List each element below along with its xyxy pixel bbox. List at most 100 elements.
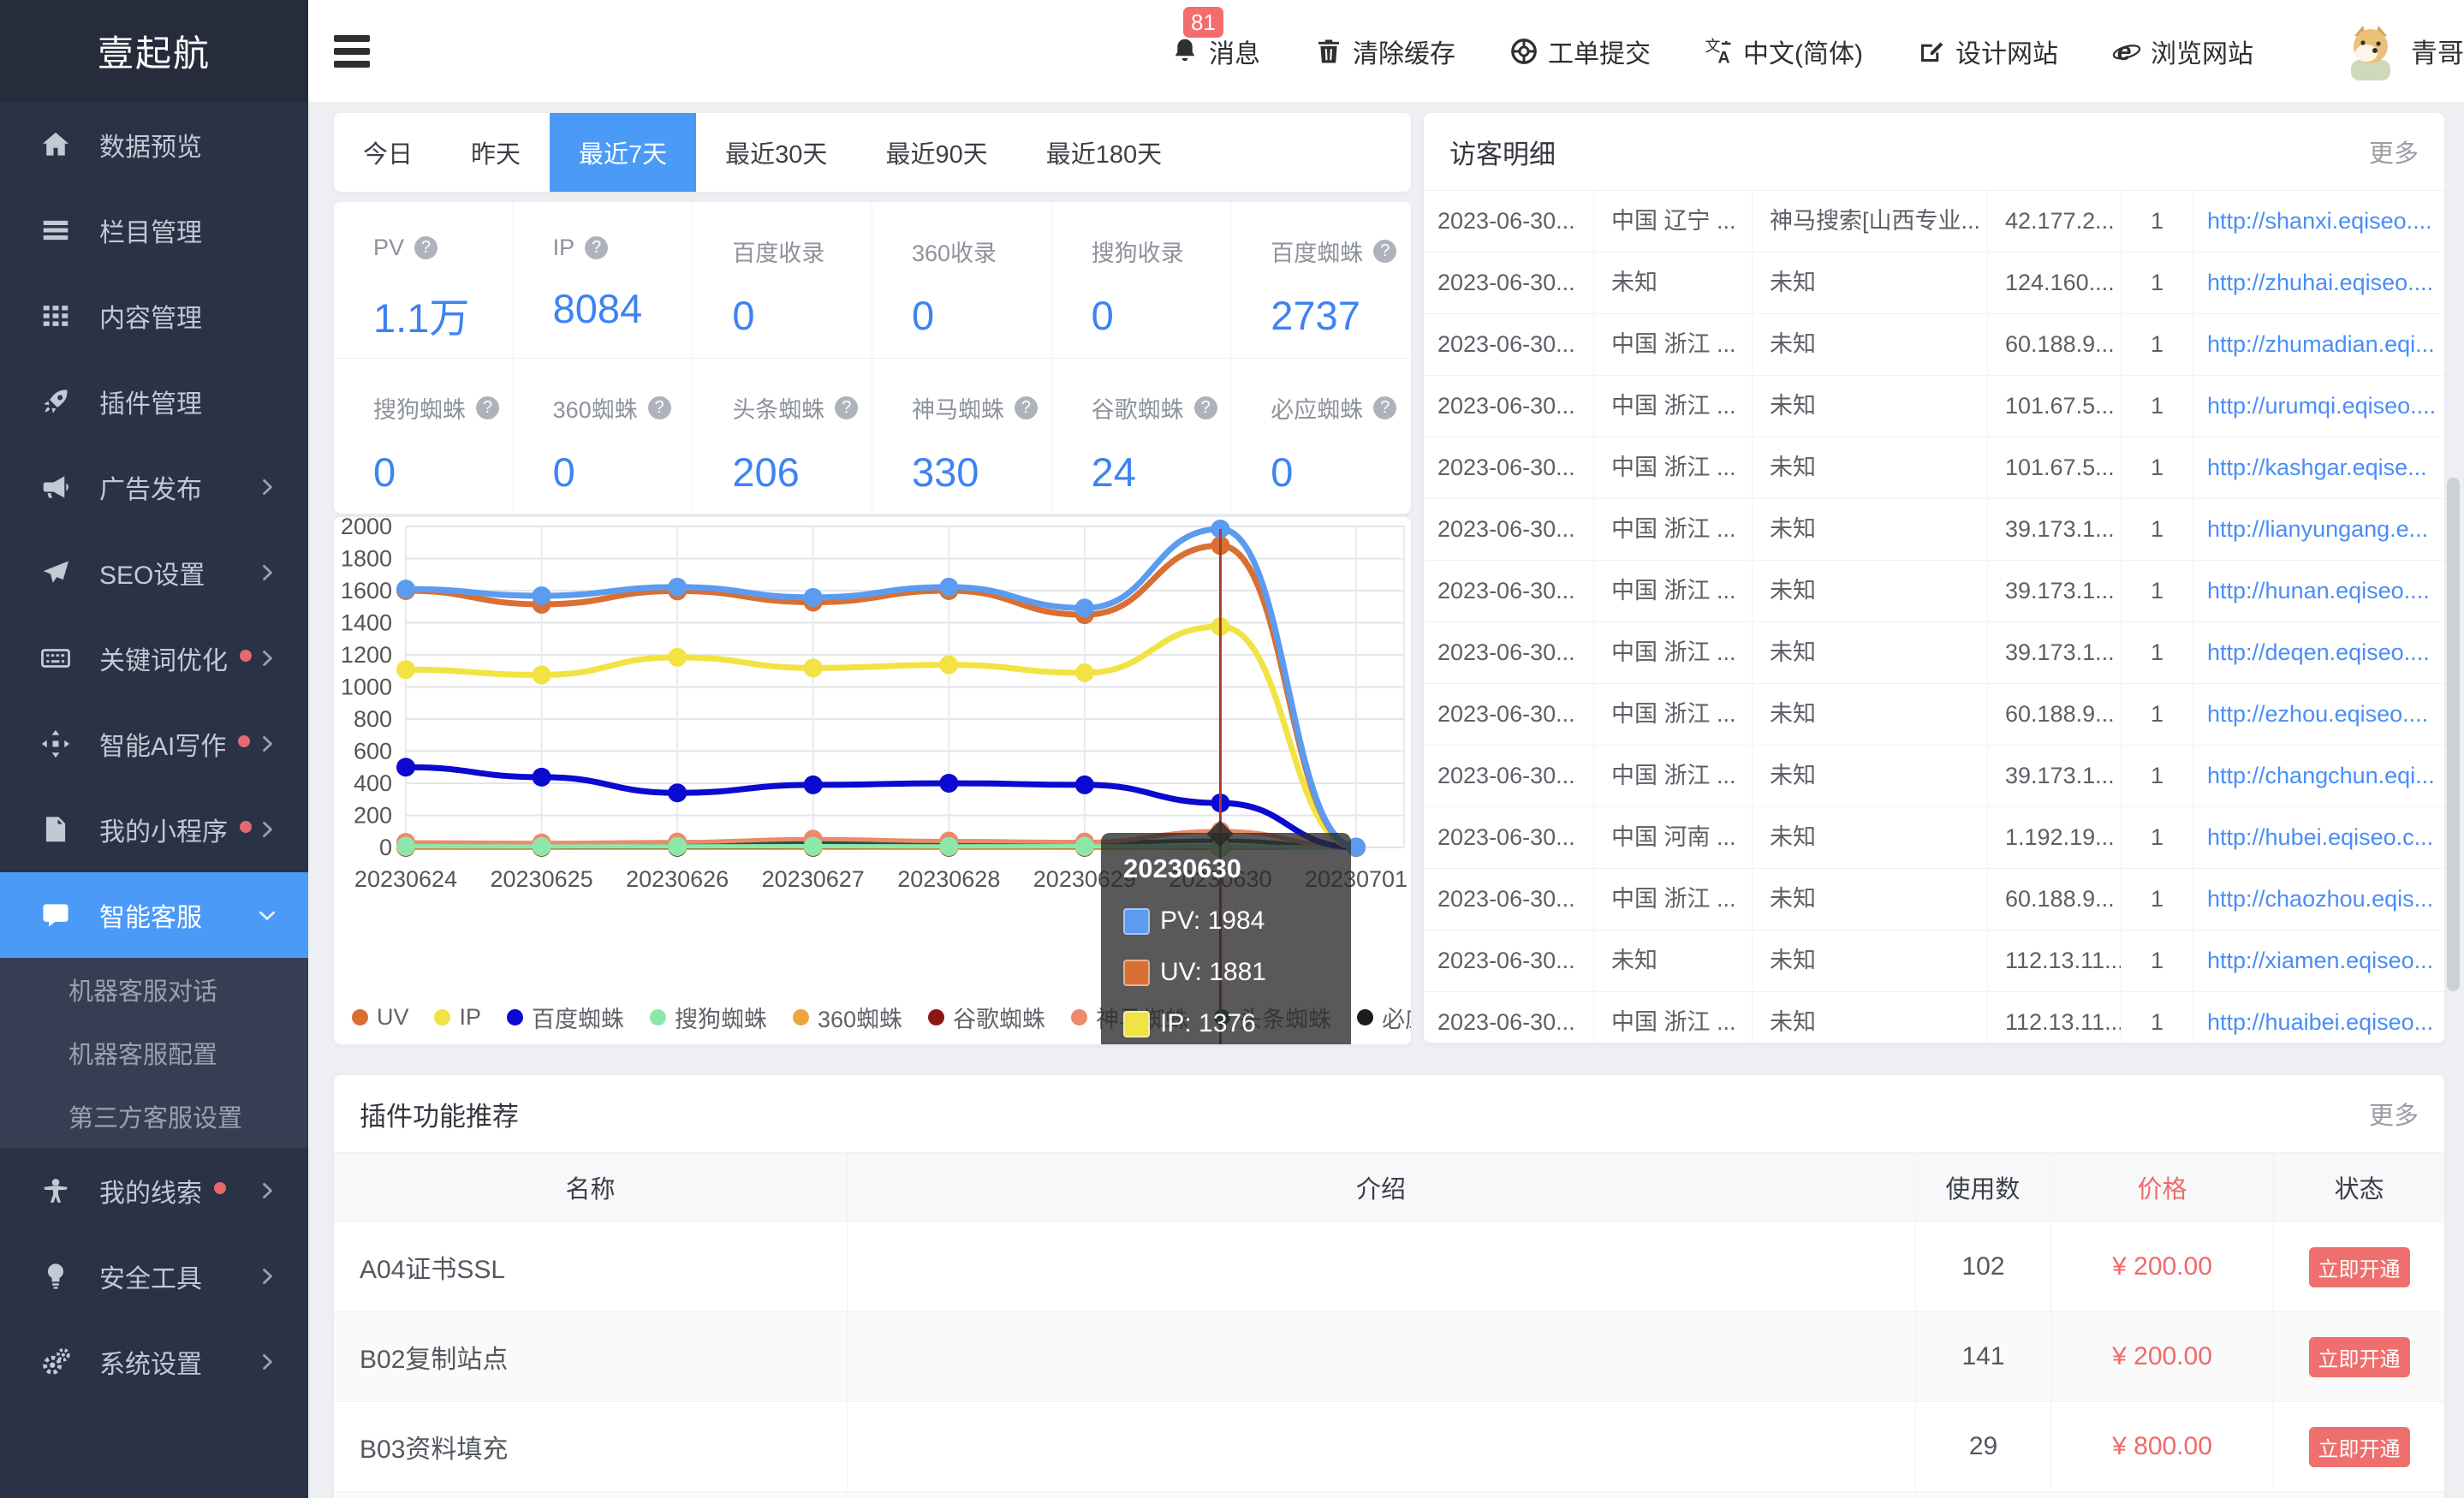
sidebar-item-3[interactable]: 插件管理 — [0, 359, 308, 444]
visited-url[interactable]: http://ezhou.eqiseo.... — [2193, 684, 2443, 745]
plugins-more-link[interactable]: 更多 — [2369, 1096, 2419, 1132]
sidebar-item-7[interactable]: 智能AI写作 — [0, 701, 308, 787]
sidebar-item-8[interactable]: 我的小程序 — [0, 787, 308, 872]
visited-url[interactable]: http://hunan.eqiseo.... — [2193, 561, 2443, 621]
help-icon[interactable]: ? — [1373, 396, 1396, 419]
sidebar-item-0[interactable]: 数据预览 — [0, 102, 308, 187]
stat-必应蜘蛛: 必应蜘蛛 ? 0 — [1231, 359, 1411, 514]
topbar-item-1[interactable]: 清除缓存 — [1313, 33, 1455, 70]
sidebar-item-1[interactable]: 栏目管理 — [0, 187, 308, 273]
page-scrollbar[interactable] — [2447, 478, 2460, 991]
visited-url[interactable]: http://zhuhai.eqiseo.... — [2193, 253, 2443, 313]
submenu-item-1[interactable]: 机器客服配置 — [0, 1021, 308, 1085]
sidebar-item-9[interactable]: 智能客服 — [0, 872, 308, 958]
topbar-item-3[interactable]: 文A 中文(简体) — [1704, 33, 1863, 70]
visited-url[interactable]: http://kashgar.eqise... — [2193, 437, 2443, 498]
notification-dot — [240, 650, 252, 662]
legend-item-必应蜘蛛[interactable]: 必应蜘蛛 — [1357, 1001, 1411, 1034]
legend-item-UV[interactable]: UV — [352, 1004, 409, 1031]
topbar-item-0[interactable]: 消息 81 — [1170, 33, 1260, 70]
topbar-item-4[interactable]: 设计网站 — [1916, 33, 2058, 70]
sidebar-item-2[interactable]: 内容管理 — [0, 273, 308, 359]
hamburger-menu-icon[interactable] — [334, 35, 370, 68]
legend-item-搜狗蜘蛛[interactable]: 搜狗蜘蛛 — [650, 1001, 767, 1034]
activate-button[interactable]: 立即开通 — [2309, 1247, 2410, 1287]
visited-url[interactable]: http://shanxi.eqiseo.... — [2193, 191, 2443, 252]
topbar-item-label: 中文(简体) — [1743, 33, 1863, 70]
sidebar-item-5[interactable]: SEO设置 — [0, 530, 308, 615]
visitor-ip: 60.188.9... — [1988, 314, 2122, 375]
tab-今日[interactable]: 今日 — [334, 113, 442, 192]
submenu-item-2[interactable]: 第三方客服设置 — [0, 1085, 308, 1148]
visitors-title: 访客明细 — [1449, 133, 1556, 171]
visited-url[interactable]: http://chaozhou.eqis... — [2193, 869, 2443, 930]
visitor-ip: 39.173.1... — [1988, 499, 2122, 560]
topbar-item-2[interactable]: 工单提交 — [1509, 33, 1651, 70]
translate-icon: 文A — [1704, 36, 1735, 67]
stat-谷歌蜘蛛: 谷歌蜘蛛 ? 24 — [1052, 359, 1232, 514]
stat-value: 0 — [553, 449, 693, 496]
plugin-uses: 29 — [1916, 1402, 2051, 1491]
help-icon[interactable]: ? — [414, 236, 437, 259]
plugin-uses: 141 — [1916, 1312, 2051, 1401]
help-icon[interactable]: ? — [835, 396, 858, 419]
svg-text:A: A — [1718, 48, 1730, 67]
stat-搜狗蜘蛛: 搜狗蜘蛛 ? 0 — [334, 359, 514, 514]
user-menu[interactable]: 青哥 — [2344, 22, 2464, 80]
visited-url[interactable]: http://huaibei.eqiseo... — [2193, 992, 2443, 1043]
visited-url[interactable]: http://changchun.eqi... — [2193, 746, 2443, 806]
visited-url[interactable]: http://hubei.eqiseo.c... — [2193, 807, 2443, 868]
visitor-ip: 1.192.19... — [1988, 807, 2122, 868]
tab-最近90天[interactable]: 最近90天 — [856, 113, 1016, 192]
svg-text:1400: 1400 — [341, 610, 392, 636]
legend-item-360蜘蛛[interactable]: 360蜘蛛 — [793, 1001, 902, 1034]
svg-text:600: 600 — [354, 739, 392, 764]
sidebar-item-6[interactable]: 关键词优化 — [0, 615, 308, 701]
chevron-right-icon — [255, 475, 279, 499]
stat-value: 0 — [373, 449, 513, 496]
legend-item-谷歌蜘蛛[interactable]: 谷歌蜘蛛 — [928, 1001, 1045, 1034]
svg-text:2000: 2000 — [341, 517, 392, 539]
sidebar-item-4[interactable]: 广告发布 — [0, 444, 308, 530]
svg-text:200: 200 — [354, 803, 392, 829]
sidebar-item-11[interactable]: 安全工具 — [0, 1233, 308, 1319]
stat-value: 0 — [912, 292, 1051, 339]
tab-最近7天[interactable]: 最近7天 — [550, 113, 696, 192]
help-icon[interactable]: ? — [1015, 396, 1038, 419]
visited-url[interactable]: http://deqen.eqiseo.... — [2193, 622, 2443, 683]
visitor-ip: 39.173.1... — [1988, 561, 2122, 621]
sidebar-item-label: SEO设置 — [99, 554, 205, 591]
legend-item-IP[interactable]: IP — [434, 1004, 481, 1031]
sidebar-item-10[interactable]: 我的线索 — [0, 1148, 308, 1233]
visited-url[interactable]: http://urumqi.eqiseo.... — [2193, 376, 2443, 437]
stats-panel: PV ? 1.1万IP ? 8084百度收录 0360收录 0搜狗收录 0百度蜘… — [334, 202, 1411, 514]
tab-最近30天[interactable]: 最近30天 — [696, 113, 856, 192]
visit-count: 1 — [2122, 376, 2193, 437]
tab-最近180天[interactable]: 最近180天 — [1017, 113, 1191, 192]
visit-time: 2023-06-30... — [1424, 561, 1594, 621]
plugin-desc — [848, 1402, 1916, 1491]
visited-url[interactable]: http://xiamen.eqiseo... — [2193, 930, 2443, 991]
tooltip-series-swatch — [1123, 908, 1150, 935]
visit-count: 1 — [2122, 314, 2193, 375]
help-icon[interactable]: ? — [648, 396, 671, 419]
help-icon[interactable]: ? — [1194, 396, 1217, 419]
submenu-item-0[interactable]: 机器客服对话 — [0, 958, 308, 1021]
stat-搜狗收录: 搜狗收录 0 — [1052, 202, 1232, 358]
tab-昨天[interactable]: 昨天 — [442, 113, 550, 192]
activate-button[interactable]: 立即开通 — [2309, 1337, 2410, 1377]
help-icon[interactable]: ? — [476, 396, 499, 419]
plugin-row-2: B03资料填充 29 ¥ 800.00 立即开通 — [334, 1401, 2444, 1491]
stat-value: 0 — [1092, 292, 1231, 339]
help-icon[interactable]: ? — [1373, 240, 1396, 263]
visited-url[interactable]: http://zhumadian.eqi... — [2193, 314, 2443, 375]
legend-item-百度蜘蛛[interactable]: 百度蜘蛛 — [507, 1001, 624, 1034]
visitors-more-link[interactable]: 更多 — [2369, 134, 2419, 169]
visit-count: 1 — [2122, 499, 2193, 560]
visitor-row-3: 2023-06-30...中国 浙江 ...未知101.67.5...1http… — [1424, 375, 2444, 437]
help-icon[interactable]: ? — [585, 236, 608, 259]
topbar-item-5[interactable]: e 浏览网站 — [2111, 33, 2253, 70]
visited-url[interactable]: http://lianyungang.e... — [2193, 499, 2443, 560]
sidebar-item-12[interactable]: 系统设置 — [0, 1319, 308, 1405]
activate-button[interactable]: 立即开通 — [2309, 1427, 2410, 1467]
